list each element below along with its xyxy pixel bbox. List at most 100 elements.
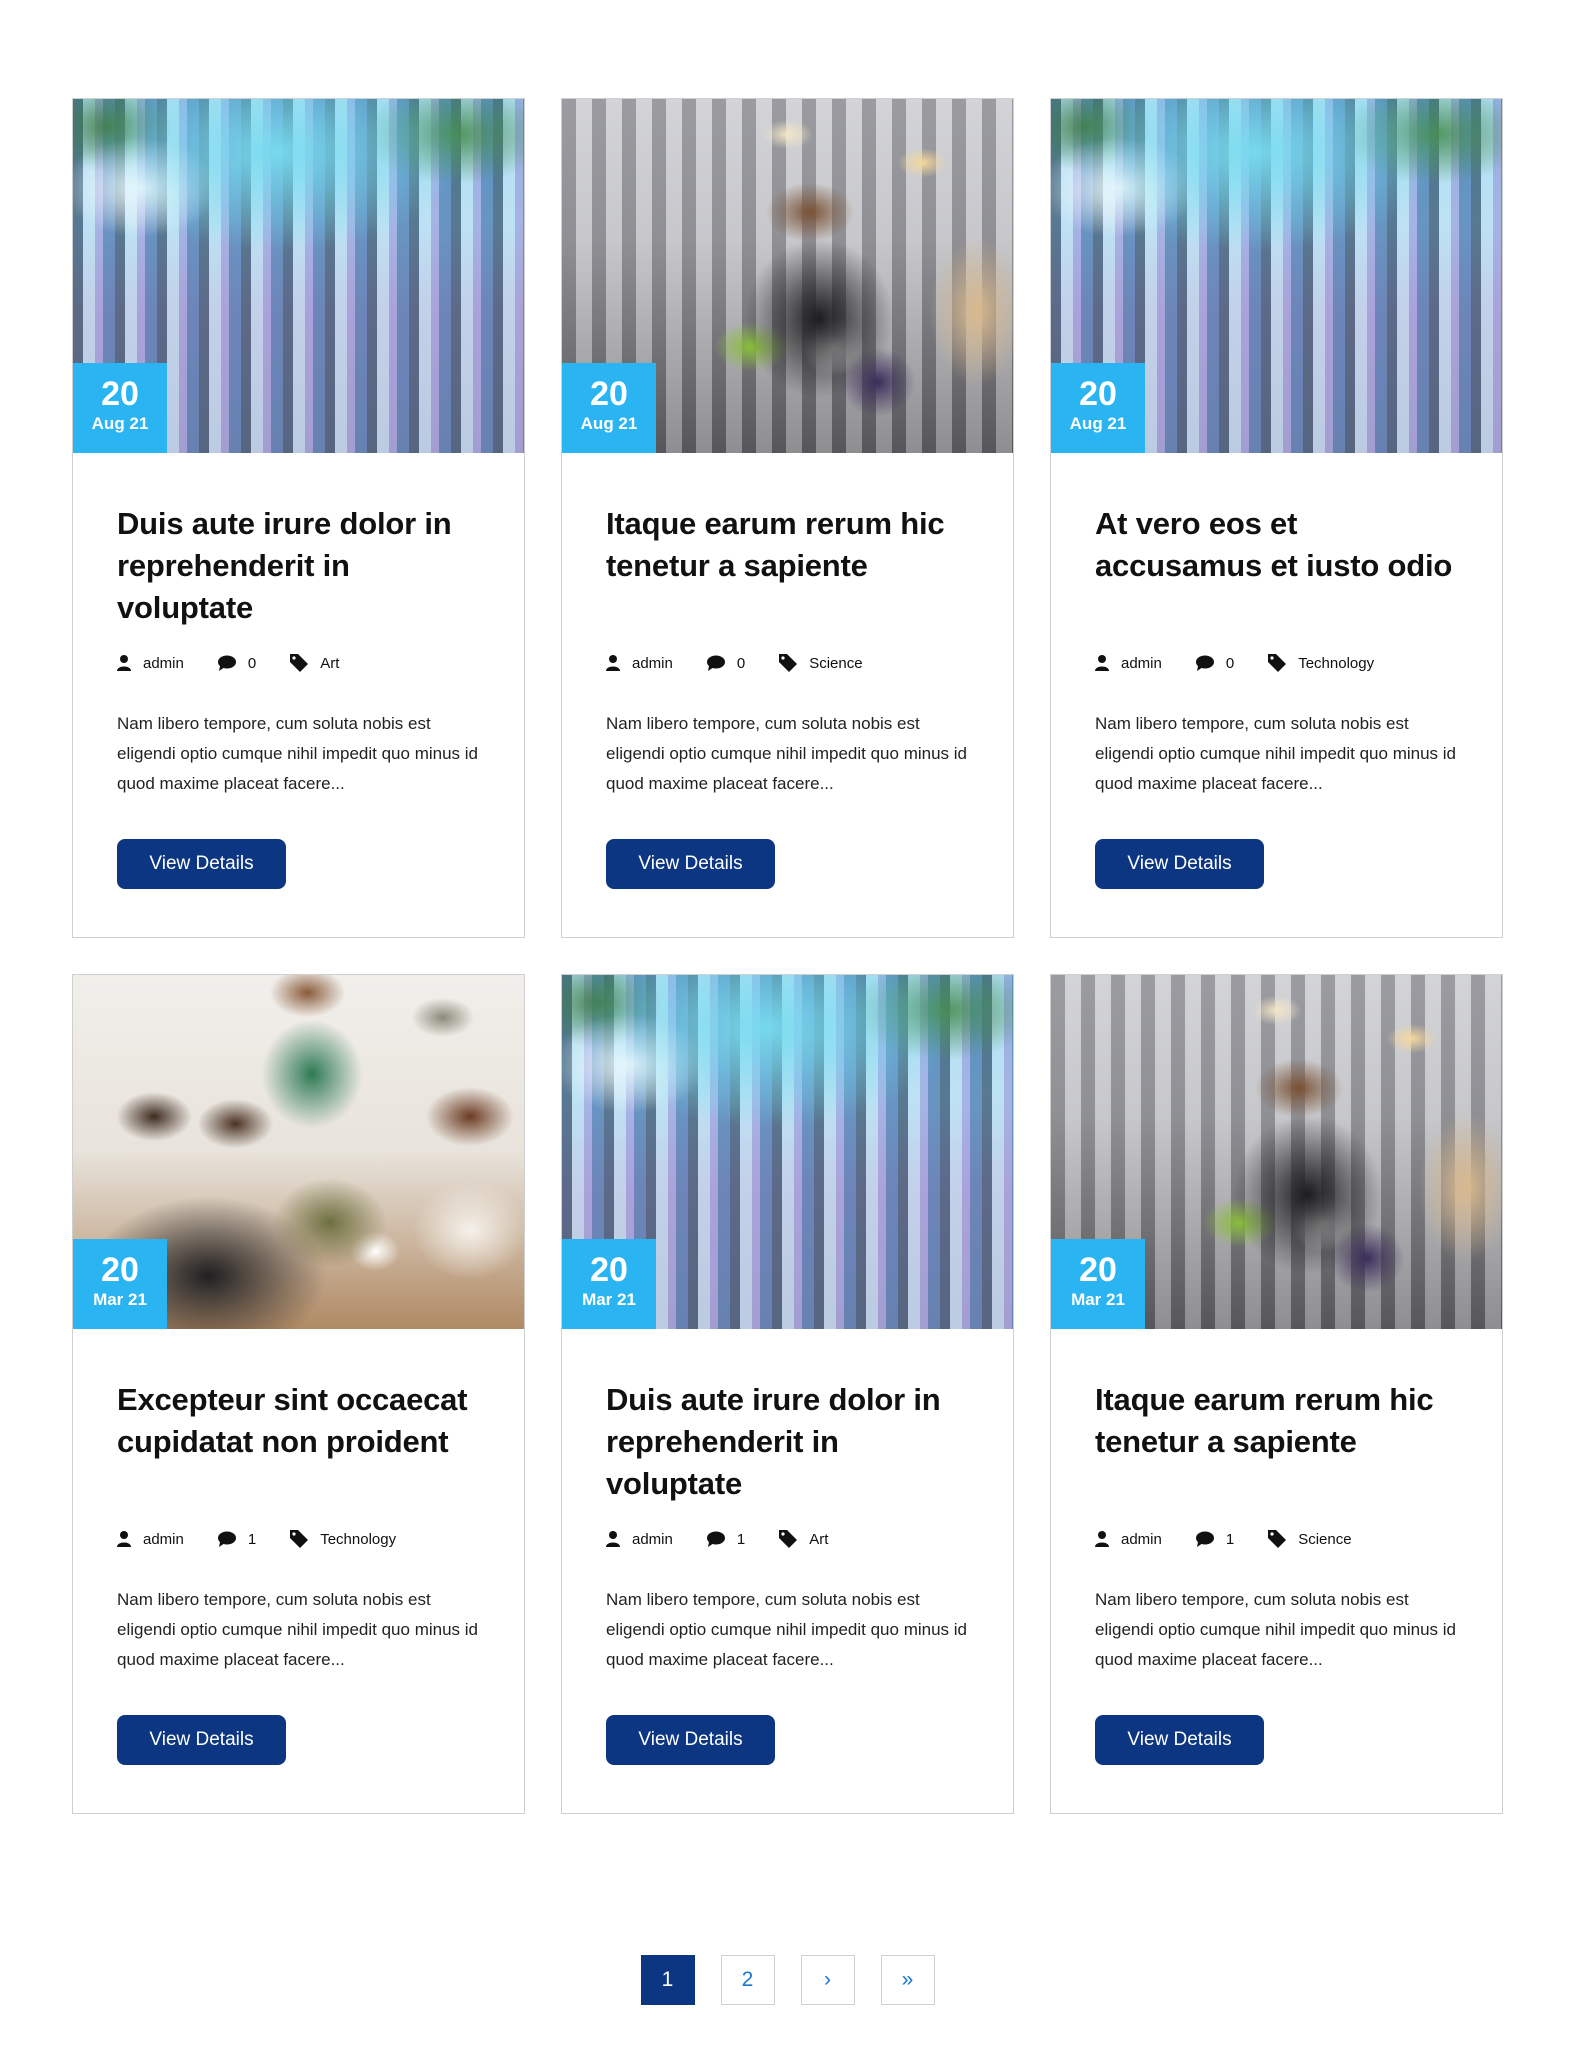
post-card: 20 Aug 21 Duis aute irure dolor in repre… [72, 98, 525, 938]
meta-comments[interactable]: 0 [1195, 655, 1234, 672]
date-month: Aug 21 [580, 414, 638, 433]
page-1-button[interactable]: 1 [640, 1955, 695, 2005]
view-details-button[interactable]: View Details [1095, 839, 1264, 889]
meta-comments[interactable]: 0 [217, 654, 257, 672]
date-day: 20 [101, 1251, 139, 1289]
author-name: admin [632, 1530, 673, 1548]
author-name: admin [143, 1530, 184, 1548]
meta-category[interactable]: Science [779, 654, 863, 672]
meta-comments[interactable]: 1 [217, 1530, 257, 1548]
author-name: admin [143, 654, 184, 672]
comment-count: 1 [1225, 1530, 1235, 1548]
date-day: 20 [101, 375, 139, 413]
post-excerpt: Nam libero tempore, cum soluta nobis est… [606, 714, 967, 793]
page-2-button[interactable]: 2 [720, 1955, 775, 2005]
post-excerpt: Nam libero tempore, cum soluta nobis est… [1095, 1590, 1456, 1669]
student-with-plant-photo[interactable]: 20 Mar 21 [1051, 975, 1502, 1329]
date-day: 20 [590, 1251, 628, 1289]
post-meta: admin 0 Science [606, 651, 969, 675]
meta-author[interactable]: admin [1095, 1531, 1162, 1548]
post-title[interactable]: Duis aute irure dolor in reprehenderit i… [606, 1379, 969, 1505]
comment-icon [1195, 1531, 1214, 1547]
user-icon [606, 655, 620, 671]
date-badge: 20 Aug 21 [562, 363, 656, 453]
comment-icon [217, 1531, 236, 1547]
post-card: 20 Aug 21 Itaque earum rerum hic tenetur… [561, 98, 1014, 938]
meta-category[interactable]: Art [779, 1530, 828, 1548]
view-details-button[interactable]: View Details [117, 1715, 286, 1765]
category-name: Art [809, 1530, 829, 1548]
date-month: Mar 21 [582, 1290, 636, 1309]
date-month: Aug 21 [1069, 414, 1127, 433]
date-month: Mar 21 [93, 1290, 147, 1309]
view-details-button[interactable]: View Details [606, 1715, 775, 1765]
post-card: 20 Mar 21 Excepteur sint occaecat cupida… [72, 974, 525, 1814]
meta-author[interactable]: admin [1095, 655, 1162, 672]
view-details-button[interactable]: View Details [606, 839, 775, 889]
date-day: 20 [1079, 1251, 1117, 1289]
meta-author[interactable]: admin [117, 655, 184, 672]
tag-icon [290, 654, 309, 672]
group-laptop-photo[interactable]: 20 Mar 21 [73, 975, 524, 1329]
post-excerpt: Nam libero tempore, cum soluta nobis est… [606, 1590, 967, 1669]
post-excerpt: Nam libero tempore, cum soluta nobis est… [117, 714, 478, 793]
meta-comments[interactable]: 1 [706, 1531, 745, 1548]
tag-icon [1268, 654, 1287, 672]
date-day: 20 [590, 375, 628, 413]
next-page-button[interactable]: › [800, 1955, 855, 2005]
post-title[interactable]: Itaque earum rerum hic tenetur a sapient… [606, 503, 969, 629]
date-month: Mar 21 [1071, 1290, 1125, 1309]
meta-author[interactable]: admin [606, 1531, 673, 1548]
meta-comments[interactable]: 0 [706, 654, 746, 672]
pagination: 1 2 › » [0, 1955, 1575, 2005]
meta-category[interactable]: Science [1268, 1530, 1352, 1548]
author-name: admin [1121, 654, 1162, 672]
tag-icon [779, 654, 798, 672]
post-meta: admin 0 Technology [1095, 651, 1458, 675]
author-name: admin [1121, 1530, 1162, 1548]
category-name: Science [1298, 1530, 1352, 1548]
meta-category[interactable]: Technology [290, 1530, 396, 1548]
post-card: 20 Aug 21 At vero eos et accusamus et iu… [1050, 98, 1503, 938]
tag-icon [1268, 1530, 1287, 1548]
festival-crowd-photo[interactable]: 20 Mar 21 [562, 975, 1013, 1329]
post-card: 20 Mar 21 Duis aute irure dolor in repre… [561, 974, 1014, 1814]
post-excerpt: Nam libero tempore, cum soluta nobis est… [1095, 714, 1456, 793]
comment-icon [706, 1531, 725, 1547]
view-details-button[interactable]: View Details [1095, 1715, 1264, 1765]
view-details-button[interactable]: View Details [117, 839, 286, 889]
meta-author[interactable]: admin [606, 655, 673, 672]
comment-icon [217, 655, 236, 671]
post-meta: admin 1 Science [1095, 1527, 1458, 1551]
comment-icon [706, 655, 725, 671]
user-icon [1095, 655, 1109, 671]
date-month: Aug 21 [91, 414, 149, 433]
student-with-plant-photo[interactable]: 20 Aug 21 [562, 99, 1013, 453]
comment-count: 0 [736, 654, 746, 672]
post-meta: admin 1 Art [606, 1527, 969, 1551]
post-title[interactable]: Excepteur sint occaecat cupidatat non pr… [117, 1379, 480, 1505]
tag-icon [290, 1530, 309, 1548]
festival-crowd-photo[interactable]: 20 Aug 21 [1051, 99, 1502, 453]
category-name: Technology [1298, 654, 1375, 672]
category-name: Art [320, 654, 340, 672]
post-title[interactable]: Duis aute irure dolor in reprehenderit i… [117, 503, 480, 629]
meta-category[interactable]: Technology [1268, 654, 1374, 672]
post-excerpt: Nam libero tempore, cum soluta nobis est… [117, 1590, 478, 1669]
date-badge: 20 Mar 21 [1051, 1239, 1145, 1329]
comment-count: 0 [247, 654, 257, 672]
post-title[interactable]: Itaque earum rerum hic tenetur a sapient… [1095, 1379, 1458, 1505]
user-icon [606, 1531, 620, 1547]
comment-count: 1 [247, 1530, 257, 1548]
festival-crowd-photo[interactable]: 20 Aug 21 [73, 99, 524, 453]
meta-author[interactable]: admin [117, 1531, 184, 1548]
post-title[interactable]: At vero eos et accusamus et iusto odio [1095, 503, 1458, 629]
last-page-button[interactable]: » [880, 1955, 935, 2005]
date-day: 20 [1079, 375, 1117, 413]
category-name: Technology [320, 1530, 397, 1548]
user-icon [1095, 1531, 1109, 1547]
user-icon [117, 1531, 131, 1547]
meta-comments[interactable]: 1 [1195, 1530, 1235, 1548]
meta-category[interactable]: Art [290, 654, 339, 672]
date-badge: 20 Mar 21 [562, 1239, 656, 1329]
